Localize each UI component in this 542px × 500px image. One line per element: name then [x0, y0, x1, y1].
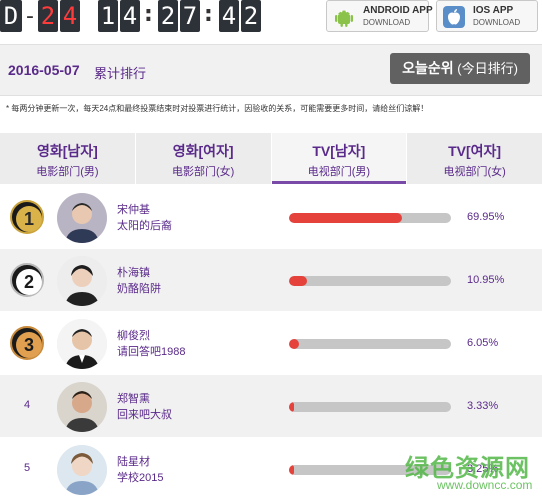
android-app-title: ANDROID APP — [363, 5, 433, 16]
vote-percent: 3.33% — [467, 400, 499, 412]
avatar — [57, 445, 107, 495]
d-tile: D — [0, 0, 22, 32]
tab-movie-male[interactable]: 영화[남자] 电影部门(男) — [0, 133, 136, 184]
bronze-medal-icon: 3 — [10, 326, 44, 360]
vote-bar-fill — [289, 465, 295, 475]
minutes-digit-2: 7 — [180, 0, 200, 32]
ranking-row-4[interactable]: 4 郑智熏 回来吧大叔 3.33% — [0, 375, 542, 437]
tab-movie-female[interactable]: 영화[여자] 电影部门(女) — [135, 133, 272, 184]
avatar — [57, 382, 107, 432]
tab-movie-male-ko: 영화[남자] — [36, 143, 98, 159]
ranking-date: 2016-05-07 — [8, 62, 80, 78]
drama-title: 回来吧大叔 — [117, 409, 172, 421]
vote-ranking-page: D - 2 4 1 4 : 2 7 : 4 2 ANDROID APP DOWN… — [0, 0, 542, 500]
vote-bar-fill — [289, 339, 299, 349]
ios-app-sub: DOWNLOAD — [473, 18, 521, 27]
rank-number: 4 — [24, 399, 31, 411]
silver-medal-icon: 2 — [10, 263, 44, 297]
seconds-digit-2: 2 — [241, 0, 261, 32]
today-ranking-cn: (今日排行) — [457, 61, 518, 76]
today-ranking-ko: 오늘순위 — [402, 60, 454, 76]
actor-name: 郑智熏 — [117, 393, 150, 405]
drama-title: 太阳的后裔 — [117, 220, 172, 232]
category-tabs: 영화[남자] 电影部门(男) 영화[여자] 电影部门(女) TV[남자] 电视部… — [0, 133, 542, 184]
watermark-url: www.downcc.com — [437, 478, 533, 492]
rank-number: 5 — [24, 462, 31, 474]
today-ranking-button[interactable]: 오늘순위 (今日排行) — [390, 53, 530, 84]
android-app-button[interactable]: ANDROID APP DOWNLOAD — [326, 0, 433, 32]
avatar — [57, 256, 107, 306]
vote-bar — [289, 213, 451, 223]
cumulative-label: 累计排行 — [94, 66, 147, 81]
android-app-sub: DOWNLOAD — [363, 18, 411, 27]
ranking-row-3[interactable]: 3 柳俊烈 请回答吧1988 6.05% — [0, 312, 542, 374]
hours-digit-2: 4 — [120, 0, 140, 32]
vote-bar-fill — [289, 402, 295, 412]
tab-movie-male-cn: 电影部门(男) — [36, 166, 99, 178]
tab-tv-female-cn: 电视部门(女) — [443, 166, 506, 178]
tab-tv-female[interactable]: TV[여자] 电视部门(女) — [407, 133, 542, 184]
drama-title: 请回答吧1988 — [117, 346, 186, 358]
drama-title: 奶酪陷阱 — [117, 283, 161, 295]
gold-medal-icon: 1 — [10, 200, 44, 234]
colon-2: : — [204, 2, 213, 27]
vote-bar-fill — [289, 213, 403, 223]
drama-title: 学校2015 — [117, 472, 164, 484]
avatar — [57, 319, 107, 369]
countdown-bar: D - 2 4 1 4 : 2 7 : 4 2 ANDROID APP DOWN… — [0, 0, 542, 40]
vote-bar — [289, 402, 451, 412]
actor-name: 宋仲基 — [117, 204, 150, 216]
vote-bar-fill — [289, 276, 307, 286]
d-dash: - — [26, 4, 34, 29]
hours-digit-1: 1 — [98, 0, 118, 32]
days-digit-2: 4 — [60, 0, 80, 32]
update-note: * 每两分钟更新一次，每天24点和最终投票结束时对投票进行统计，因验收的关系，可… — [6, 104, 429, 113]
days-digit-1: 2 — [38, 0, 58, 32]
vote-percent: 6.05% — [467, 337, 499, 349]
tab-tv-male-cn: 电视部门(男) — [307, 166, 371, 178]
tab-movie-female-cn: 电影部门(女) — [171, 166, 235, 178]
colon-1: : — [144, 2, 153, 27]
apple-icon — [443, 6, 465, 28]
seconds-digit-1: 4 — [219, 0, 239, 32]
ranking-header: 2016-05-07 累计排行 오늘순위 (今日排行) — [0, 44, 542, 96]
minutes-digit-1: 2 — [158, 0, 178, 32]
avatar — [57, 193, 107, 243]
vote-percent: 69.95% — [467, 211, 505, 223]
vote-bar — [289, 276, 451, 286]
actor-name: 朴海镇 — [117, 267, 150, 279]
tab-tv-female-ko: TV[여자] — [448, 143, 502, 159]
android-icon — [335, 10, 353, 27]
vote-bar — [289, 339, 451, 349]
ios-app-button[interactable]: IOS APP DOWNLOAD — [436, 0, 538, 32]
vote-percent: 10.95% — [467, 274, 505, 286]
tab-tv-male[interactable]: TV[남자] 电视部门(男) — [271, 133, 408, 184]
ranking-row-1[interactable]: 1 宋仲基 太阳的后裔 69.95% — [0, 186, 542, 248]
actor-name: 陆星材 — [117, 456, 150, 468]
ios-app-title: IOS APP — [473, 5, 514, 16]
tab-movie-female-ko: 영화[여자] — [172, 143, 234, 159]
actor-name: 柳俊烈 — [117, 330, 150, 342]
tab-tv-male-ko: TV[남자] — [312, 143, 366, 159]
ranking-row-2[interactable]: 2 朴海镇 奶酪陷阱 10.95% — [0, 249, 542, 311]
